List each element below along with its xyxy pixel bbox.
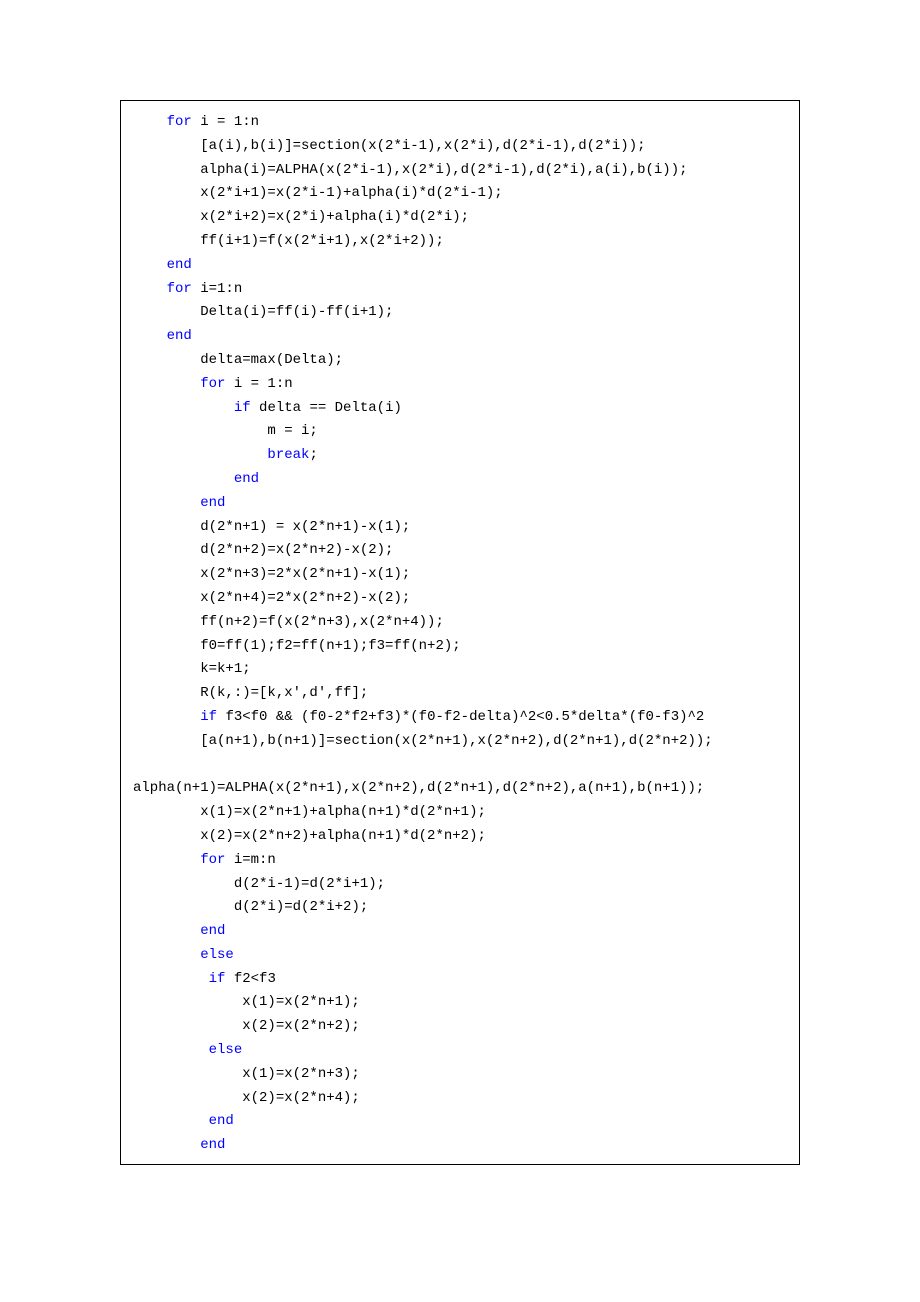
code-line: x(2)=x(2*n+4); bbox=[133, 1087, 787, 1111]
code-line: if f2<f3 bbox=[133, 968, 787, 992]
code-line: if delta == Delta(i) bbox=[133, 397, 787, 421]
code-line: break; bbox=[133, 444, 787, 468]
code-line: delta=max(Delta); bbox=[133, 349, 787, 373]
code-line: ff(i+1)=f(x(2*i+1),x(2*i+2)); bbox=[133, 230, 787, 254]
code-line: d(2*n+2)=x(2*n+2)-x(2); bbox=[133, 539, 787, 563]
keyword: end bbox=[167, 328, 192, 344]
code-line: alpha(n+1)=ALPHA(x(2*n+1),x(2*n+2),d(2*n… bbox=[133, 777, 787, 801]
code-line: else bbox=[133, 944, 787, 968]
code-line bbox=[133, 754, 787, 778]
code-line: x(2*i+2)=x(2*i)+alpha(i)*d(2*i); bbox=[133, 206, 787, 230]
code-line: f0=ff(1);f2=ff(n+1);f3=ff(n+2); bbox=[133, 635, 787, 659]
keyword: for bbox=[167, 114, 201, 130]
keyword: end bbox=[200, 1137, 225, 1153]
keyword: else bbox=[200, 947, 234, 963]
code-line: alpha(i)=ALPHA(x(2*i-1),x(2*i),d(2*i-1),… bbox=[133, 159, 787, 183]
keyword: end bbox=[200, 495, 225, 511]
code-block: for i = 1:n [a(i),b(i)]=section(x(2*i-1)… bbox=[120, 100, 800, 1165]
keyword: end bbox=[200, 923, 225, 939]
keyword: for bbox=[200, 376, 234, 392]
code-line: end bbox=[133, 1110, 787, 1134]
keyword: for bbox=[200, 852, 234, 868]
code-line: end bbox=[133, 254, 787, 278]
keyword: else bbox=[209, 1042, 243, 1058]
code-line: end bbox=[133, 1134, 787, 1158]
code-line: for i = 1:n bbox=[133, 111, 787, 135]
page: for i = 1:n [a(i),b(i)]=section(x(2*i-1)… bbox=[0, 0, 920, 1302]
keyword: break bbox=[267, 447, 309, 463]
code-line: x(2*n+3)=2*x(2*n+1)-x(1); bbox=[133, 563, 787, 587]
code-line: R(k,:)=[k,x',d',ff]; bbox=[133, 682, 787, 706]
code-line: x(2*n+4)=2*x(2*n+2)-x(2); bbox=[133, 587, 787, 611]
code-line: ff(n+2)=f(x(2*n+3),x(2*n+4)); bbox=[133, 611, 787, 635]
keyword: end bbox=[234, 471, 259, 487]
code-line: if f3<f0 && (f0-2*f2+f3)*(f0-f2-delta)^2… bbox=[133, 706, 787, 730]
keyword: for bbox=[167, 281, 201, 297]
code-line: k=k+1; bbox=[133, 658, 787, 682]
code-line: x(2)=x(2*n+2)+alpha(n+1)*d(2*n+2); bbox=[133, 825, 787, 849]
code-line: [a(i),b(i)]=section(x(2*i-1),x(2*i),d(2*… bbox=[133, 135, 787, 159]
code-line: x(1)=x(2*n+1); bbox=[133, 991, 787, 1015]
code-line: x(1)=x(2*n+1)+alpha(n+1)*d(2*n+1); bbox=[133, 801, 787, 825]
keyword: if bbox=[234, 400, 259, 416]
code-line: d(2*i-1)=d(2*i+1); bbox=[133, 873, 787, 897]
code-line: for i = 1:n bbox=[133, 373, 787, 397]
code-line: for i=1:n bbox=[133, 278, 787, 302]
code-line: d(2*i)=d(2*i+2); bbox=[133, 896, 787, 920]
code-line: [a(n+1),b(n+1)]=section(x(2*n+1),x(2*n+2… bbox=[133, 730, 787, 754]
keyword: if bbox=[209, 971, 234, 987]
code-line: x(1)=x(2*n+3); bbox=[133, 1063, 787, 1087]
keyword: end bbox=[209, 1113, 234, 1129]
code-line: end bbox=[133, 468, 787, 492]
code-line: end bbox=[133, 920, 787, 944]
code-line: x(2)=x(2*n+2); bbox=[133, 1015, 787, 1039]
keyword: end bbox=[167, 257, 192, 273]
code-line: else bbox=[133, 1039, 787, 1063]
code-line: x(2*i+1)=x(2*i-1)+alpha(i)*d(2*i-1); bbox=[133, 182, 787, 206]
keyword: if bbox=[200, 709, 225, 725]
code-line: Delta(i)=ff(i)-ff(i+1); bbox=[133, 301, 787, 325]
code-line: d(2*n+1) = x(2*n+1)-x(1); bbox=[133, 516, 787, 540]
code-line: for i=m:n bbox=[133, 849, 787, 873]
code-line: end bbox=[133, 325, 787, 349]
code-line: m = i; bbox=[133, 420, 787, 444]
code-line: end bbox=[133, 492, 787, 516]
